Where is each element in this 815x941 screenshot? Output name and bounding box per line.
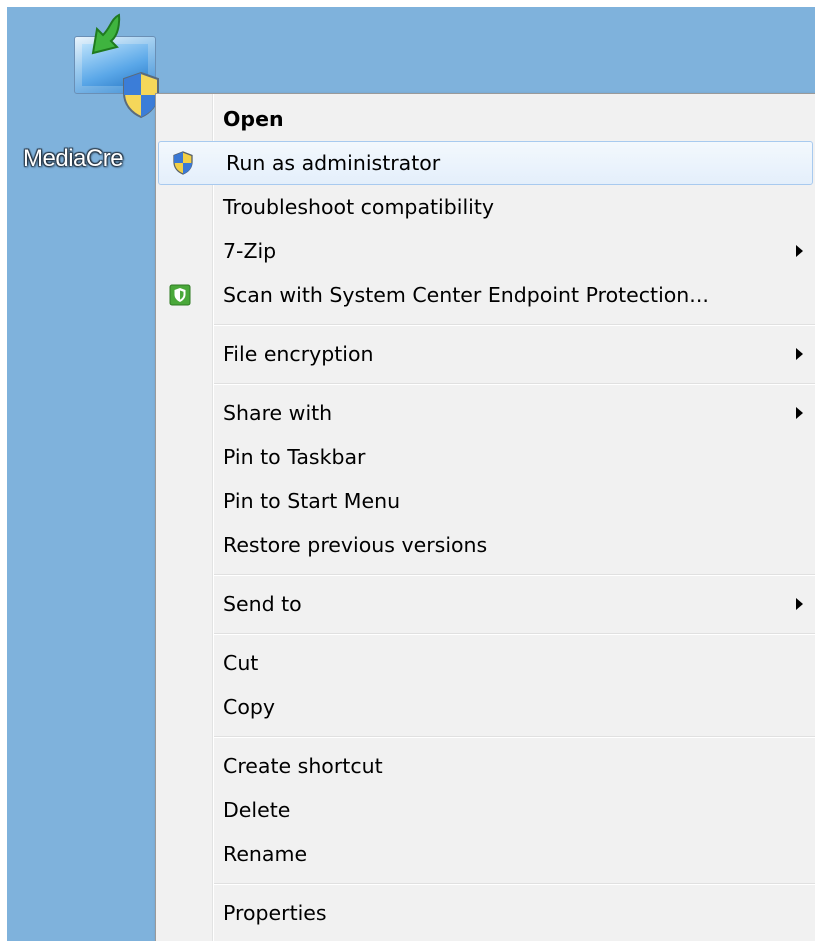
menu-item-run-as-administrator[interactable]: Run as administrator	[158, 141, 813, 185]
menu-item-7-zip[interactable]: 7-Zip	[156, 229, 815, 273]
menu-item-label: Run as administrator	[226, 151, 441, 175]
menu-separator	[156, 317, 815, 332]
menu-item-label: Open	[223, 107, 284, 131]
menu-item-properties[interactable]: Properties	[156, 891, 815, 935]
submenu-arrow-icon	[796, 245, 803, 257]
menu-item-label: Scan with System Center Endpoint Protect…	[223, 283, 709, 307]
menu-item-label: File encryption	[223, 342, 374, 366]
menu-item-scan-with-system-center-endpoint-protection[interactable]: Scan with System Center Endpoint Protect…	[156, 273, 815, 317]
menu-item-label: Properties	[223, 901, 327, 925]
menu-item-label: Copy	[223, 695, 276, 719]
menu-item-label: 7-Zip	[223, 239, 277, 263]
submenu-arrow-icon	[796, 348, 803, 360]
menu-item-delete[interactable]: Delete	[156, 788, 815, 832]
menu-item-label: Send to	[223, 592, 302, 616]
menu-item-rename[interactable]: Rename	[156, 832, 815, 876]
menu-item-label: Cut	[223, 651, 259, 675]
menu-list: Open Run as administrator Troubleshoot com…	[156, 97, 815, 935]
context-menu: Open Run as administrator Troubleshoot com…	[155, 93, 815, 941]
menu-item-label: Pin to Start Menu	[223, 489, 401, 513]
menu-item-label: Create shortcut	[223, 754, 383, 778]
menu-item-label: Pin to Taskbar	[223, 445, 366, 469]
submenu-arrow-icon	[796, 598, 803, 610]
menu-item-troubleshoot-compatibility[interactable]: Troubleshoot compatibility	[156, 185, 815, 229]
menu-item-label: Delete	[223, 798, 291, 822]
menu-item-label: Troubleshoot compatibility	[223, 195, 495, 219]
menu-item-label: Rename	[223, 842, 308, 866]
menu-item-share-with[interactable]: Share with	[156, 391, 815, 435]
uac-shield-icon	[171, 151, 195, 175]
menu-item-label: Restore previous versions	[223, 533, 488, 557]
menu-item-pin-to-start-menu[interactable]: Pin to Start Menu	[156, 479, 815, 523]
menu-item-pin-to-taskbar[interactable]: Pin to Taskbar	[156, 435, 815, 479]
menu-item-open[interactable]: Open	[156, 97, 815, 141]
menu-item-copy[interactable]: Copy	[156, 685, 815, 729]
endpoint-protection-icon	[168, 283, 192, 307]
menu-item-restore-previous-versions[interactable]: Restore previous versions	[156, 523, 815, 567]
submenu-arrow-icon	[796, 407, 803, 419]
menu-item-create-shortcut[interactable]: Create shortcut	[156, 744, 815, 788]
menu-separator	[156, 876, 815, 891]
menu-item-file-encryption[interactable]: File encryption	[156, 332, 815, 376]
menu-item-label: Share with	[223, 401, 333, 425]
menu-separator	[156, 729, 815, 744]
menu-separator	[156, 626, 815, 641]
download-arrow-icon	[91, 13, 121, 55]
menu-separator	[156, 567, 815, 582]
shortcut-label[interactable]: MediaCre	[23, 145, 124, 173]
menu-separator	[156, 376, 815, 391]
menu-item-send-to[interactable]: Send to	[156, 582, 815, 626]
menu-item-cut[interactable]: Cut	[156, 641, 815, 685]
